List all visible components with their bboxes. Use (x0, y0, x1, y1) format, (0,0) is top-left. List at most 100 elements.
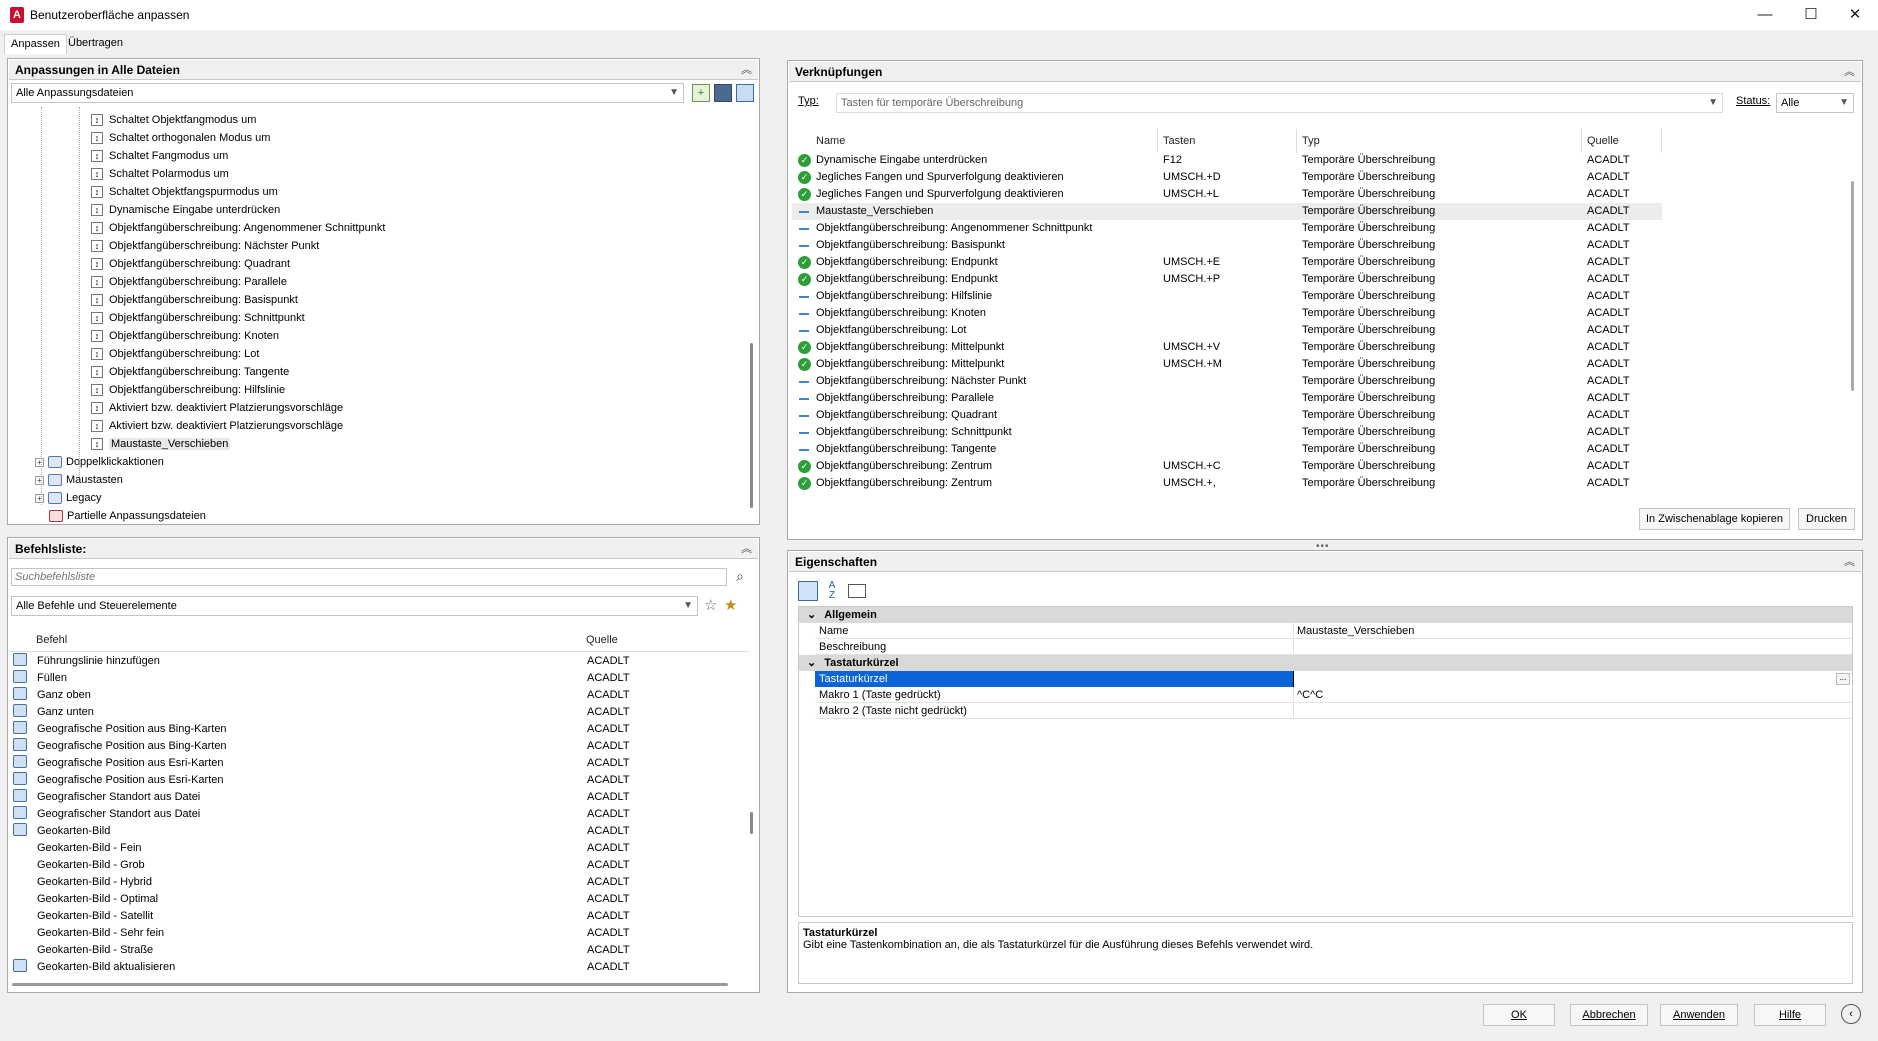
tree-item[interactable]: ↕ Objektfangüberschreibung: Parallele (91, 273, 287, 291)
tree-item[interactable]: ↕ Aktiviert bzw. deaktiviert Platzierungs… (91, 417, 343, 435)
command-row[interactable]: Geokarten-Bild - Optimal ACADLT (13, 891, 747, 908)
shortcut-row[interactable]: Objektfangüberschreibung: Tangente Tempor… (792, 441, 1662, 458)
save-as-icon[interactable] (736, 84, 754, 102)
shortcut-row[interactable]: ✓ Objektfangüberschreibung: Endpunkt UMSCH… (792, 271, 1662, 288)
new-command-icon[interactable]: ☆ (704, 596, 717, 614)
shortcut-row[interactable]: Objektfangüberschreibung: Hilfslinie Temp… (792, 288, 1662, 305)
doppelklickaktionen-folder[interactable]: + Doppelklickaktionen (35, 453, 164, 471)
categorized-view-icon[interactable] (798, 581, 818, 601)
tree-item[interactable]: ↕ Objektfangüberschreibung: Tangente (91, 363, 289, 381)
tree-item[interactable]: ↕ Objektfangüberschreibung: Knoten (91, 327, 279, 345)
command-row[interactable]: Geografische Position aus Bing-Karten ACA… (13, 738, 747, 755)
category-allgemein[interactable]: ⌄ Allgemein (799, 607, 1852, 623)
tree-item[interactable]: ↕ Maustaste_Verschieben (91, 435, 231, 453)
collapse-icon[interactable]: ︽ (1844, 552, 1855, 572)
expand-icon[interactable]: + (35, 457, 44, 467)
property-macro2-value[interactable] (1293, 703, 1297, 719)
shortcut-row[interactable]: ✓ Objektfangüberschreibung: Zentrum UMSCH.… (792, 458, 1662, 475)
tree-item[interactable]: ↕ Schaltet Polarmodus um (91, 165, 229, 183)
shortcut-row[interactable]: ✓ Dynamische Eingabe unterdrücken F12 Tempo… (792, 152, 1662, 169)
shortcut-row[interactable]: ✓ Jegliches Fangen und Spurverfolgung dea… (792, 186, 1662, 203)
shortcut-row[interactable]: Objektfangüberschreibung: Angenommener S… (792, 220, 1662, 237)
tree-item[interactable]: ↕ Schaltet orthogonalen Modus um (91, 129, 270, 147)
command-list-hscrollbar[interactable] (12, 983, 728, 986)
ok-button[interactable]: OK (1483, 1004, 1555, 1026)
search-icon[interactable]: ⌕ (736, 568, 754, 586)
command-list-scrollbar[interactable] (750, 812, 753, 834)
col-header-name[interactable]: Name (816, 135, 845, 147)
tree-item[interactable]: ↕ Objektfangüberschreibung: Quadrant (91, 255, 290, 273)
col-header-type[interactable]: Typ (1302, 135, 1320, 147)
command-row[interactable]: Geokarten-Bild - Fein ACADLT (13, 840, 747, 857)
tree-item[interactable]: ↕ Objektfangüberschreibung: Lot (91, 345, 259, 363)
command-row[interactable]: Geografischer Standort aus Datei ACADLT (13, 806, 747, 823)
command-row[interactable]: Geokarten-Bild ACADLT (13, 823, 747, 840)
shortcut-row[interactable]: ✓ Objektfangüberschreibung: Zentrum UMSCH.… (792, 475, 1662, 492)
property-description-value[interactable] (1293, 639, 1297, 655)
tree-item[interactable]: ↕ Objektfangüberschreibung: Basispunkt (91, 291, 298, 309)
command-row[interactable]: Geografische Position aus Esri-Karten ACA… (13, 772, 747, 789)
tree-item[interactable]: ↕ Schaltet Objektfangmodus um (91, 111, 256, 129)
property-macro2-row[interactable]: Makro 2 (Taste nicht gedrückt) (815, 703, 1852, 719)
file-filter-select[interactable]: Alle Anpassungsdateien ▼ (11, 83, 684, 103)
collapse-icon[interactable]: ︽ (741, 539, 752, 559)
tree-item[interactable]: ↕ Schaltet Fangmodus um (91, 147, 228, 165)
category-tastaturkuerzel[interactable]: ⌄ Tastaturkürzel (799, 655, 1852, 671)
property-macro1-value[interactable]: ^C^C (1293, 687, 1323, 703)
tree-item[interactable]: ↕ Objektfangüberschreibung: Schnittpunkt (91, 309, 305, 327)
tab-uebertragen[interactable]: Übertragen (62, 34, 129, 54)
shortcut-row[interactable]: Objektfangüberschreibung: Lot Temporäre Ü… (792, 322, 1662, 339)
shortcut-row[interactable]: ✓ Jegliches Fangen und Spurverfolgung dea… (792, 169, 1662, 186)
shortcut-row[interactable]: Objektfangüberschreibung: Nächster Punkt… (792, 373, 1662, 390)
property-shortcut-row[interactable]: Tastaturkürzel ... (815, 671, 1852, 687)
command-row[interactable]: Führungslinie hinzufügen ACADLT (13, 653, 747, 670)
open-file-icon[interactable]: + (692, 84, 710, 102)
collapse-icon[interactable]: ︽ (1844, 62, 1855, 82)
maximize-button[interactable]: ☐ (1788, 0, 1834, 30)
collapse-dialog-icon[interactable]: ‹ (1841, 1004, 1861, 1024)
command-filter-select[interactable]: Alle Befehle und Steuerelemente ▼ (11, 596, 698, 616)
command-row[interactable]: Geokarten-Bild - Sehr fein ACADLT (13, 925, 747, 942)
shortcut-row[interactable]: Objektfangüberschreibung: Schnittpunkt Te… (792, 424, 1662, 441)
tree-item[interactable]: ↕ Aktiviert bzw. deaktiviert Platzierungs… (91, 399, 343, 417)
property-name-value[interactable]: Maustaste_Verschieben (1293, 623, 1414, 639)
col-header-command[interactable]: Befehl (36, 634, 67, 646)
shortcut-row[interactable]: Objektfangüberschreibung: Quadrant Tempor… (792, 407, 1662, 424)
shortcut-value-input[interactable] (1293, 671, 1297, 687)
status-select[interactable]: Alle ▼ (1776, 93, 1854, 113)
command-row[interactable]: Geografischer Standort aus Datei ACADLT (13, 789, 747, 806)
apply-button[interactable]: Anwenden (1660, 1004, 1738, 1026)
property-pages-icon[interactable] (848, 584, 866, 598)
tree-item[interactable]: ↕ Schaltet Objektfangspurmodus um (91, 183, 278, 201)
tree-item[interactable]: ↕ Objektfangüberschreibung: Hilfslinie (91, 381, 285, 399)
partial-files-folder[interactable]: Partielle Anpassungsdateien (49, 507, 206, 523)
property-description-row[interactable]: Beschreibung (815, 639, 1852, 655)
col-header-source[interactable]: Quelle (586, 634, 618, 646)
command-row[interactable]: Geografische Position aus Bing-Karten ACA… (13, 721, 747, 738)
command-row[interactable]: Geokarten-Bild - Hybrid ACADLT (13, 874, 747, 891)
shortcut-row[interactable]: ✓ Objektfangüberschreibung: Mittelpunkt UM… (792, 356, 1662, 373)
property-name-row[interactable]: Name Maustaste_Verschieben (815, 623, 1852, 639)
tree-scrollbar[interactable] (750, 343, 753, 508)
favorite-icon[interactable]: ★ (724, 596, 737, 614)
shortcut-row[interactable]: Maustaste_Verschieben Temporäre Überschre… (792, 203, 1662, 220)
command-search-input[interactable] (11, 568, 727, 586)
cancel-button[interactable]: Abbrechen (1570, 1004, 1648, 1026)
command-row[interactable]: Ganz unten ACADLT (13, 704, 747, 721)
command-row[interactable]: Ganz oben ACADLT (13, 687, 747, 704)
shortcut-row[interactable]: ✓ Objektfangüberschreibung: Endpunkt UMSCH… (792, 254, 1662, 271)
command-row[interactable]: Geokarten-Bild - Satellit ACADLT (13, 908, 747, 925)
minimize-button[interactable]: — (1742, 0, 1788, 30)
tree-item[interactable]: ↕ Objektfangüberschreibung: Angenommener … (91, 219, 385, 237)
command-row[interactable]: Geokarten-Bild - Straße ACADLT (13, 942, 747, 959)
tree-item[interactable]: ↕ Dynamische Eingabe unterdrücken (91, 201, 280, 219)
col-header-source[interactable]: Quelle (1587, 135, 1619, 147)
tree-item[interactable]: ↕ Objektfangüberschreibung: Nächster Punk… (91, 237, 319, 255)
shortcuts-scrollbar[interactable] (1851, 181, 1854, 391)
expand-icon[interactable]: + (35, 493, 44, 503)
close-button[interactable]: ✕ (1832, 0, 1878, 30)
copy-to-clipboard-button[interactable]: In Zwischenablage kopieren (1639, 508, 1790, 530)
expand-icon[interactable]: + (35, 475, 44, 485)
tab-anpassen[interactable]: Anpassen (4, 34, 67, 54)
property-macro1-row[interactable]: Makro 1 (Taste gedrückt) ^C^C (815, 687, 1852, 703)
